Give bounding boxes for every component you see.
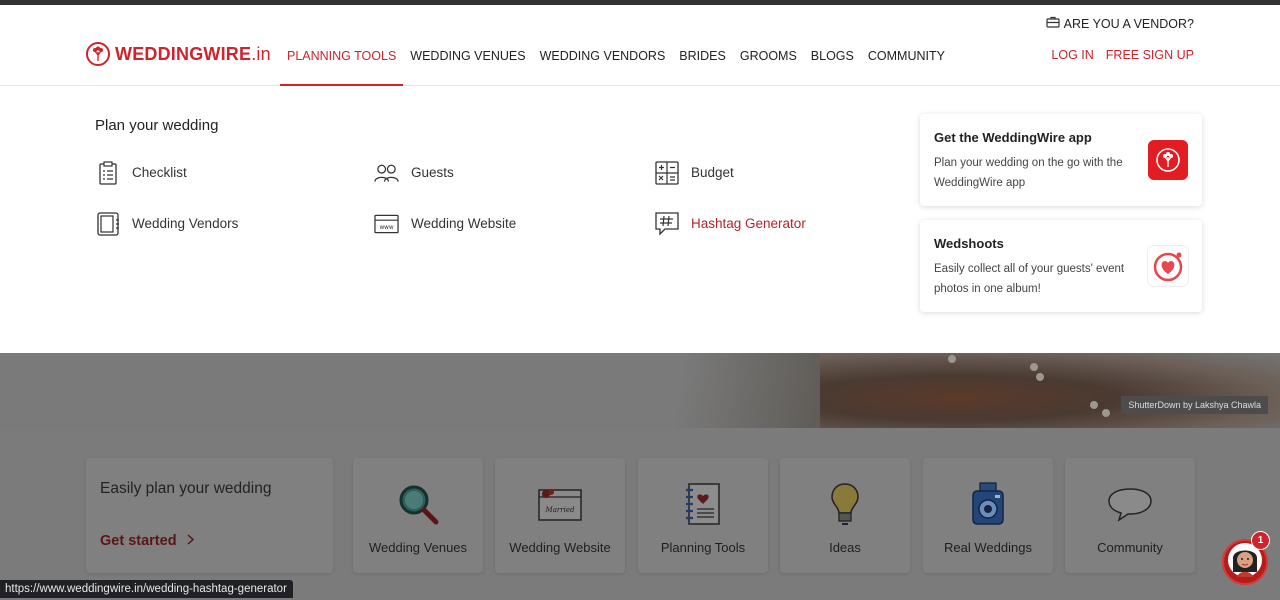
tile-community[interactable]: Community: [1065, 458, 1195, 573]
guests-icon: [374, 160, 399, 185]
chat-notification-badge: 1: [1251, 531, 1270, 550]
planning-tools-dropdown: Plan your wedding Checklist Guests Budge…: [0, 86, 1280, 353]
login-link[interactable]: LOG IN: [1051, 48, 1093, 62]
nav-community[interactable]: COMMUNITY: [861, 5, 952, 86]
tool-label: Wedding Website: [411, 216, 517, 231]
plan-section: Easily plan your wedding Get started Wed…: [0, 428, 1280, 600]
tile-label: Wedding Website: [509, 540, 611, 555]
website-icon: www: [374, 211, 399, 236]
nav-wedding-venues[interactable]: WEDDING VENUES: [403, 5, 532, 86]
auth-links: LOG IN FREE SIGN UP: [1051, 48, 1194, 62]
logo-bouquet-icon: [86, 42, 110, 66]
vendor-link-label: ARE YOU A VENDOR?: [1063, 16, 1194, 31]
lightbulb-icon: [821, 480, 869, 528]
tool-wedding-vendors[interactable]: Wedding Vendors: [95, 211, 238, 236]
signup-link[interactable]: FREE SIGN UP: [1106, 48, 1194, 62]
get-started-link[interactable]: Get started: [100, 533, 194, 549]
chevron-right-icon: [187, 533, 194, 549]
wedshoots-icon: [1148, 246, 1188, 286]
logo-text: WEDDINGWIRE.in: [115, 43, 271, 64]
site-header: WEDDINGWIRE.in PLANNING TOOLS WEDDING VE…: [0, 5, 1280, 87]
notebook-icon: [679, 480, 727, 528]
tile-label: Community: [1097, 540, 1163, 555]
vendor-link[interactable]: ARE YOU A VENDOR?: [1046, 16, 1194, 31]
tool-label: Wedding Vendors: [132, 216, 239, 231]
tool-guests[interactable]: Guests: [374, 160, 454, 185]
tile-label: Planning Tools: [660, 540, 746, 555]
vendors-icon: [95, 211, 120, 236]
nav-wedding-vendors[interactable]: WEDDING VENDORS: [533, 5, 673, 86]
get-started-label: Get started: [100, 533, 177, 549]
tile-real-weddings[interactable]: Real Weddings: [923, 458, 1053, 573]
app-icon: [1148, 140, 1188, 180]
promo-text: Easily collect all of your guests' event…: [934, 263, 1125, 295]
camera-icon: [964, 480, 1012, 528]
promo-wedshoots-card[interactable]: Wedshoots Easily collect all of your gue…: [920, 220, 1202, 312]
svg-text:www: www: [379, 224, 393, 230]
tool-label: Hashtag Generator: [691, 216, 806, 231]
svg-text:Married: Married: [545, 506, 575, 514]
nav-brides[interactable]: BRIDES: [672, 5, 733, 86]
nav-blogs[interactable]: BLOGS: [804, 5, 861, 86]
tile-wedding-venues[interactable]: Wedding Venues: [353, 458, 483, 573]
tool-checklist[interactable]: Checklist: [95, 160, 187, 185]
photo-credit: ShutterDown by Lakshya Chawla: [1121, 396, 1268, 414]
browser-status-url: https://www.weddingwire.in/wedding-hasht…: [0, 580, 293, 598]
tile-label: Real Weddings: [944, 540, 1032, 555]
tile-ideas[interactable]: Ideas: [780, 458, 910, 573]
invitation-icon: Married: [536, 480, 584, 528]
tile-label: Wedding Venues: [368, 540, 468, 555]
dropdown-title: Plan your wedding: [95, 117, 219, 134]
main-nav: PLANNING TOOLS WEDDING VENUES WEDDING VE…: [280, 5, 952, 87]
tool-label: Budget: [691, 165, 734, 180]
magnifier-icon: [394, 480, 442, 528]
promo-text: Plan your wedding on the go with the Wed…: [934, 157, 1123, 189]
nav-planning-tools[interactable]: PLANNING TOOLS: [280, 5, 404, 87]
briefcase-icon: [1046, 16, 1060, 31]
tile-label: Ideas: [829, 540, 861, 555]
tile-wedding-website[interactable]: Married Wedding Website: [495, 458, 625, 573]
promo-app-card[interactable]: Get the WeddingWire app Plan your weddin…: [920, 114, 1202, 206]
tool-label: Checklist: [132, 165, 187, 180]
tool-wedding-website[interactable]: www Wedding Website: [374, 211, 516, 236]
tool-label: Guests: [411, 165, 454, 180]
tile-planning-tools[interactable]: Planning Tools: [638, 458, 768, 573]
nav-grooms[interactable]: GROOMS: [733, 5, 804, 86]
tool-budget[interactable]: Budget: [654, 160, 734, 185]
hashtag-icon: [654, 211, 679, 236]
plan-intro-card: Easily plan your wedding Get started: [86, 458, 333, 573]
hero-image: ShutterDown by Lakshya Chawla: [0, 353, 1280, 428]
checklist-icon: [95, 160, 120, 185]
plan-section-title: Easily plan your wedding: [100, 480, 272, 497]
budget-icon: [654, 160, 679, 185]
speech-bubble-icon: [1106, 480, 1154, 528]
weddingwire-logo[interactable]: WEDDINGWIRE.in: [86, 42, 271, 66]
tool-hashtag-generator[interactable]: Hashtag Generator: [654, 211, 806, 236]
